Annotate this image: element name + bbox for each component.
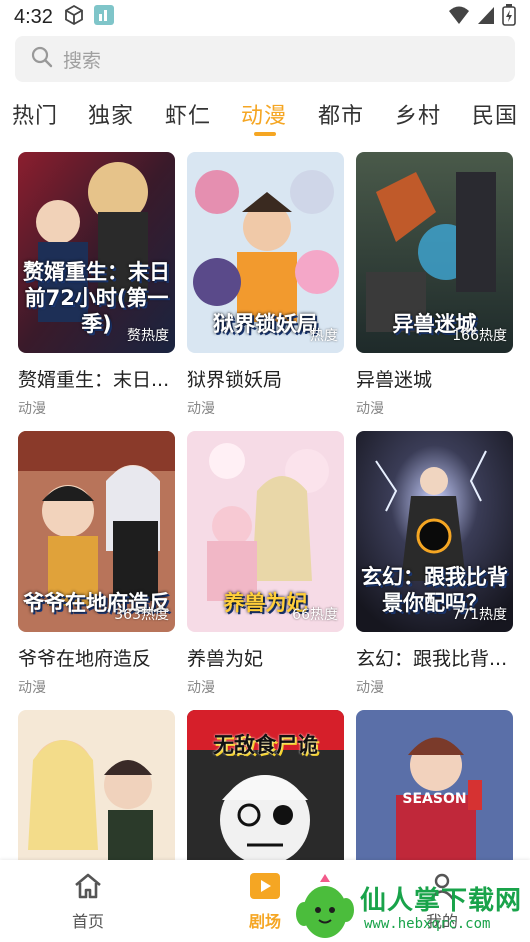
item-title: 狱界锁妖局 — [187, 369, 283, 391]
item-title: 异兽迷城 — [356, 369, 433, 391]
wifi-icon — [448, 5, 470, 29]
cover-image[interactable]: 养兽为妃 66热度 — [187, 431, 344, 632]
tab-city[interactable]: 都市 — [318, 98, 364, 130]
nav-home[interactable]: 首页 — [43, 872, 133, 932]
play-icon — [249, 873, 281, 904]
signal-icon — [476, 5, 496, 29]
search-bar[interactable]: 搜索 — [15, 36, 515, 82]
list-item[interactable]: 养兽为妃 66热度 养兽为妃 动漫 — [187, 431, 344, 697]
item-title: 赘婿重生：末日... — [18, 369, 170, 391]
cover-image[interactable]: 赘婿重生：末日前72小时(第一季) 赘热度 — [18, 152, 175, 353]
watermark-url: www.hebxqrc.com — [364, 916, 491, 932]
status-time: 4:32 — [14, 5, 53, 28]
cactus-logo-icon — [294, 872, 356, 942]
item-category: 动漫 — [187, 680, 215, 696]
list-item[interactable]: 玄幻：跟我比背景你配吗？ 771热度 玄幻：跟我比背... 动漫 — [356, 431, 513, 697]
list-item[interactable]: 爷爷在地府造反 363热度 爷爷在地府造反 动漫 — [18, 431, 175, 697]
heat-badge: 363热度 — [114, 607, 169, 623]
list-item[interactable]: 赘婿重生：末日前72小时(第一季) 赘热度 赘婿重生：末日... 动漫 — [18, 152, 175, 418]
tab-village[interactable]: 乡村 — [395, 98, 441, 130]
cover-image[interactable]: 玄幻：跟我比背景你配吗？ 771热度 — [356, 431, 513, 632]
search-input[interactable]: 搜索 — [63, 46, 101, 73]
home-icon — [73, 873, 103, 904]
cover-image[interactable]: 爷爷在地府造反 363热度 — [18, 431, 175, 632]
item-category: 动漫 — [18, 680, 46, 696]
tab-exclusive[interactable]: 独家 — [88, 98, 134, 130]
watermark-text: 仙人掌下载网 — [360, 886, 523, 916]
search-icon — [31, 46, 53, 72]
item-title: 爷爷在地府造反 — [18, 648, 152, 670]
category-tabs: 热门 独家 虾仁 动漫 都市 乡村 民国 — [0, 92, 530, 138]
item-title: 养兽为妃 — [187, 648, 264, 670]
tab-republic[interactable]: 民国 — [472, 98, 518, 130]
app-notification-icon — [93, 4, 115, 30]
heat-badge: 热度 — [310, 328, 338, 344]
item-category: 动漫 — [18, 401, 46, 417]
active-tab-indicator — [254, 132, 276, 136]
cover-title: SEASON — [402, 791, 467, 807]
tab-xiaren[interactable]: 虾仁 — [165, 98, 211, 130]
heat-badge: 赘热度 — [127, 328, 169, 344]
battery-icon — [502, 4, 516, 30]
list-item[interactable]: 异兽迷城 166热度 异兽迷城 动漫 — [356, 152, 513, 418]
heat-badge: 66热度 — [292, 607, 338, 623]
item-category: 动漫 — [356, 680, 384, 696]
item-title: 玄幻：跟我比背... — [356, 648, 508, 670]
item-category: 动漫 — [356, 401, 384, 417]
cube-icon — [63, 4, 85, 30]
cover-title: 无敌食尸诡 — [213, 733, 318, 757]
tab-hot[interactable]: 热门 — [12, 98, 58, 130]
watermark: 仙人掌下载网 www.hebxqrc.com — [290, 872, 530, 942]
cover-image[interactable]: 狱界锁妖局 热度 — [187, 152, 344, 353]
cover-image[interactable]: 异兽迷城 166热度 — [356, 152, 513, 353]
heat-badge: 771热度 — [452, 607, 507, 623]
nav-home-label: 首页 — [71, 912, 104, 931]
heat-badge: 166热度 — [452, 328, 507, 344]
status-bar: 4:32 — [0, 0, 530, 34]
item-category: 动漫 — [187, 401, 215, 417]
list-item[interactable]: 狱界锁妖局 热度 狱界锁妖局 动漫 — [187, 152, 344, 418]
tab-anime[interactable]: 动漫 — [241, 98, 287, 130]
